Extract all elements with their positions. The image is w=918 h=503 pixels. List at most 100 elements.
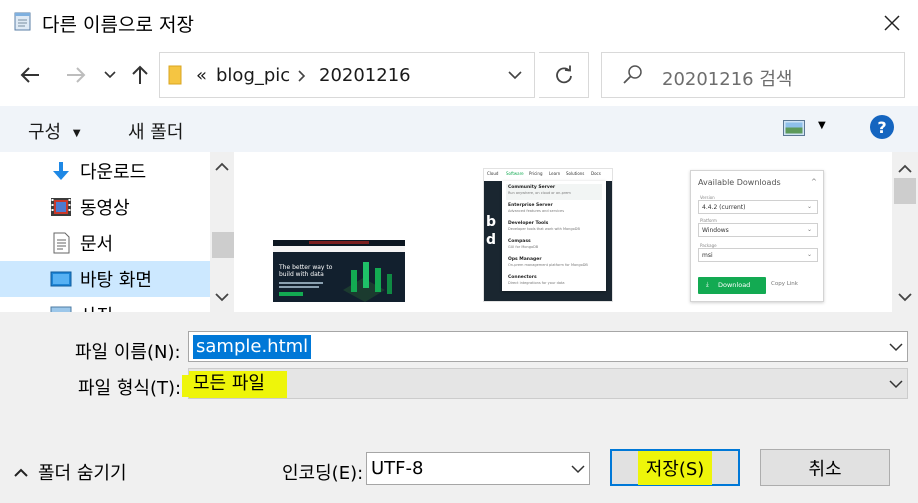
- encoding-select[interactable]: UTF-8: [366, 452, 590, 485]
- back-button[interactable]: [14, 60, 46, 90]
- chevron-down-icon: [104, 71, 116, 79]
- help-button[interactable]: ?: [870, 115, 894, 139]
- sidebar-item-label: 문서: [80, 234, 114, 255]
- thumb-heading: Available Downloads: [698, 178, 781, 187]
- chevron-down-icon[interactable]: [889, 343, 903, 352]
- file-list-scroll-thumb[interactable]: [894, 178, 916, 204]
- sidebar-item-label: 바탕 화면: [80, 270, 152, 291]
- sidebar-item-label: 다운로드: [80, 162, 147, 183]
- file-thumbnail[interactable]: Cloud Software Pricing Learn Solutions D…: [483, 168, 613, 302]
- desktop-icon: [50, 271, 72, 287]
- file-list: The better way to build with data Cloud …: [234, 152, 892, 312]
- close-icon: [884, 15, 900, 31]
- recent-locations-button[interactable]: [100, 62, 120, 88]
- navigation-scroll-thumb[interactable]: [212, 232, 234, 258]
- organize-label: 구성: [28, 122, 62, 143]
- thumb-graphic: [343, 262, 392, 302]
- breadcrumb-overflow[interactable]: «: [196, 65, 207, 86]
- address-bar[interactable]: « blog_pic 20201216: [159, 52, 535, 98]
- thumb-tab: Docs: [591, 171, 601, 176]
- sidebar-item-desktop[interactable]: 바탕 화면: [0, 261, 210, 297]
- filename-value: sample.html: [193, 335, 312, 359]
- chevron-down-icon[interactable]: [508, 71, 522, 80]
- filename-label: 파일 이름(N):: [75, 342, 181, 363]
- thumb-select-value: Windows: [702, 227, 729, 234]
- scroll-up-icon[interactable]: [898, 164, 912, 173]
- new-folder-button[interactable]: 새 폴더: [128, 118, 183, 144]
- thumb-download-button: ⤓ Download: [698, 277, 766, 294]
- scroll-down-icon[interactable]: [898, 293, 912, 302]
- thumb-tab: Cloud: [487, 171, 499, 176]
- chevron-right-icon: [298, 70, 306, 82]
- caret-down-icon: ▼: [72, 127, 81, 139]
- thumb-select: msi ⌄: [698, 248, 818, 262]
- view-options-button[interactable]: ▼: [780, 116, 830, 142]
- chevron-down-icon: [571, 465, 585, 474]
- thumb-chevron-up-icon: ^: [811, 178, 817, 186]
- arrow-right-icon: [67, 67, 86, 83]
- thumb-text-line: [279, 286, 319, 288]
- thumb-download-icon: ⤓: [706, 281, 709, 288]
- sidebar-item-videos[interactable]: 동영상: [0, 189, 210, 225]
- file-thumbnail[interactable]: Available Downloads ^ Version 4.4.2 (cur…: [690, 170, 824, 302]
- breadcrumb-blog-pic[interactable]: blog_pic: [216, 65, 290, 86]
- filename-field[interactable]: sample.html: [188, 331, 908, 362]
- scroll-up-icon[interactable]: [215, 162, 229, 171]
- thumb-cut-text: b: [486, 214, 497, 230]
- thumb-tab: Learn: [549, 171, 561, 176]
- sidebar-item-pictures[interactable]: 사진: [0, 297, 210, 312]
- arrow-left-icon: [20, 67, 39, 83]
- document-icon: [53, 232, 70, 254]
- picture-icon: [50, 306, 72, 312]
- thumb-menu-title: Ops Manager: [508, 257, 542, 262]
- help-icon: ?: [877, 117, 887, 137]
- filetype-label-highlight: [182, 375, 190, 397]
- organize-button[interactable]: 구성 ▼: [28, 118, 81, 144]
- filetype-select[interactable]: 모든 파일: [188, 368, 908, 399]
- chevron-up-icon: [14, 468, 28, 477]
- sidebar-item-downloads[interactable]: 다운로드: [0, 153, 210, 189]
- cancel-button[interactable]: 취소: [760, 449, 890, 486]
- thumb-select: Windows ⌄: [698, 223, 818, 237]
- filetype-value: 모든 파일: [193, 373, 265, 394]
- filetype-label: 파일 형식(T):: [78, 374, 181, 400]
- filetype-label-text: 파일 형식(T):: [78, 378, 182, 399]
- breadcrumb-20201216[interactable]: 20201216: [319, 65, 411, 86]
- thumb-select: 4.4.2 (current) ⌄: [698, 200, 818, 214]
- save-label: 저장(S): [637, 450, 713, 485]
- thumb-menu-desc: GUI for MongoDB: [508, 245, 539, 249]
- thumb-chevron-down-icon: ⌄: [807, 226, 813, 233]
- refresh-button[interactable]: [539, 52, 589, 98]
- search-placeholder: 20201216 검색: [662, 69, 793, 90]
- hide-folders-label: 폴더 숨기기: [38, 463, 127, 484]
- thumb-cut-text: d: [486, 232, 497, 248]
- sidebar-item-label: 사진: [80, 302, 113, 312]
- view-icon: [783, 120, 805, 136]
- thumb-menu-title: Developer Tools: [508, 221, 549, 226]
- save-button[interactable]: 저장(S): [610, 449, 740, 486]
- thumb-menu-desc: Run anywhere, on cloud or on-prem: [508, 191, 571, 195]
- thumb-chevron-down-icon: ⌄: [807, 251, 813, 258]
- thumb-copy-link: Copy Link: [771, 281, 798, 287]
- folder-icon: [168, 65, 182, 85]
- thumb-button: [279, 292, 303, 296]
- thumb-menu-desc: Advanced features and services: [508, 209, 565, 213]
- thumb-dropdown-menu: Community Server Run anywhere, on cloud …: [502, 181, 606, 291]
- video-icon: [51, 198, 71, 216]
- thumb-banner: [309, 241, 369, 244]
- navigation-pane: 다운로드 동영상 문서 바탕 화면: [0, 152, 210, 312]
- encoding-label: 인코딩(E):: [282, 463, 364, 484]
- search-icon: [623, 65, 642, 84]
- search-box[interactable]: 20201216 검색: [601, 52, 905, 98]
- notepad-icon: [14, 12, 31, 31]
- up-button[interactable]: [126, 60, 154, 90]
- file-thumbnail[interactable]: The better way to build with data: [273, 240, 405, 302]
- scroll-down-icon[interactable]: [215, 293, 229, 302]
- window-title: 다른 이름으로 저장: [42, 14, 194, 36]
- sidebar-item-documents[interactable]: 문서: [0, 225, 210, 261]
- thumb-menu-title: Community Server: [508, 185, 556, 190]
- file-list-scrollbar[interactable]: [892, 152, 918, 312]
- hide-folders-button[interactable]: 폴더 숨기기: [14, 460, 127, 484]
- close-button[interactable]: [870, 6, 914, 40]
- forward-button[interactable]: [60, 60, 92, 90]
